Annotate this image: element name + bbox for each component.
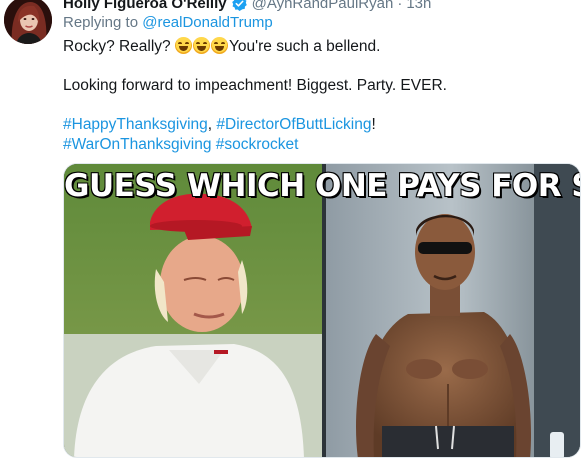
tweet-text-segment: You're such a bellend.	[229, 38, 381, 55]
face-with-tears-of-joy-icon	[175, 37, 192, 54]
hashtag-link[interactable]: #HappyThanksgiving	[63, 116, 208, 133]
tweet-line-1: Rocky? Really? You're such a bellend.	[63, 37, 573, 57]
hashtag-link[interactable]: #DirectorOfButtLicking	[216, 116, 371, 133]
tweet-line-2: Looking forward to impeachment! Biggest.…	[63, 77, 447, 94]
author-handle[interactable]: @AynRandPaulRyan	[252, 0, 394, 12]
tweet-header: Holly Figueroa O'Reilly @AynRandPaulRyan…	[63, 0, 431, 13]
meme-caption: GUESS WHICH ONE PAYS FOR SEX	[64, 167, 581, 205]
tweet-line-4: #WarOnThanksgiving #sockrocket	[63, 135, 573, 155]
tweet-line-3: #HappyThanksgiving, #DirectorOfButtLicki…	[63, 115, 573, 135]
author-display-name[interactable]: Holly Figueroa O'Reilly	[63, 0, 227, 12]
reply-prefix: Replying to	[63, 14, 139, 31]
header-separator: ·	[397, 0, 403, 12]
face-with-tears-of-joy-icon	[211, 37, 228, 54]
author-avatar[interactable]	[4, 0, 52, 44]
hashtag-link[interactable]: #sockrocket	[216, 136, 299, 153]
tweet-text-segment: Rocky? Really?	[63, 38, 171, 55]
face-with-tears-of-joy-icon	[193, 37, 210, 54]
tweet-media-image[interactable]: GUESS WHICH ONE PAYS FOR SEX	[63, 163, 581, 458]
hashtag-link[interactable]: #WarOnThanksgiving	[63, 136, 211, 153]
tweet[interactable]: Holly Figueroa O'Reilly @AynRandPaulRyan…	[0, 0, 586, 461]
tweet-text: Rocky? Really? You're such a bellend. Lo…	[63, 37, 573, 155]
exclaim-text: !	[371, 116, 376, 133]
tweet-timestamp[interactable]: 13h	[406, 0, 431, 12]
reply-context: Replying to @realDonaldTrump	[63, 14, 273, 31]
reply-mention-link[interactable]: @realDonaldTrump	[142, 14, 273, 31]
verified-badge-icon	[231, 0, 248, 12]
